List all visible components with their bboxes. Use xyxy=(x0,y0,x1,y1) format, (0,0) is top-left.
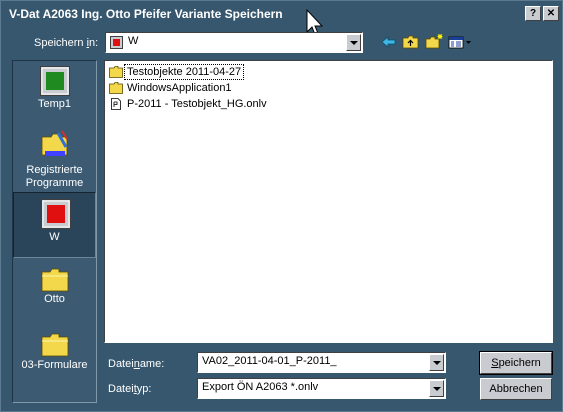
place-label: W xyxy=(49,231,60,243)
filetype-dropdown[interactable]: Export ÖN A2063 *.onlv xyxy=(197,378,446,399)
chevron-down-icon[interactable] xyxy=(429,380,444,397)
back-arrow-icon[interactable] xyxy=(379,33,399,51)
place-otto[interactable]: Otto xyxy=(13,260,96,320)
green-square-icon xyxy=(40,66,70,96)
document-icon xyxy=(111,98,121,110)
up-folder-icon[interactable] xyxy=(401,33,421,51)
place-temp1[interactable]: Temp1 xyxy=(13,61,96,119)
registered-programs-icon xyxy=(41,130,68,156)
folder-icon xyxy=(41,268,69,292)
view-menu-icon[interactable] xyxy=(447,33,473,51)
file-name: Testobjekte 2011-04-27 xyxy=(123,64,245,80)
place-label: Registrierte Programme xyxy=(25,164,84,189)
filetype-label: Dateityp: xyxy=(108,383,152,395)
cancel-button[interactable]: Abbrechen xyxy=(480,378,552,400)
red-square-icon xyxy=(110,36,123,49)
folder-icon xyxy=(109,66,123,78)
close-button[interactable]: ✕ xyxy=(543,6,559,21)
window-title: V-Dat A2063 Ing. Otto Pfeifer Variante S… xyxy=(9,7,283,21)
place-label: 03-Formulare xyxy=(21,359,88,371)
place-label: Temp1 xyxy=(37,98,72,110)
new-folder-icon[interactable] xyxy=(424,33,444,51)
file-name: WindowsApplication1 xyxy=(127,82,232,94)
red-square-icon xyxy=(41,199,71,229)
title-bar[interactable]: V-Dat A2063 Ing. Otto Pfeifer Variante S… xyxy=(3,3,560,25)
chevron-down-icon[interactable] xyxy=(429,354,444,371)
place-03-formulare[interactable]: 03-Formulare xyxy=(13,325,96,385)
place-registrierte-programme[interactable]: Registrierte Programme xyxy=(13,127,96,193)
place-label: Otto xyxy=(44,293,65,305)
save-button[interactable]: Speichern xyxy=(479,351,553,375)
save-in-label: Speichern in: xyxy=(34,37,99,49)
chevron-down-icon[interactable] xyxy=(346,34,361,51)
filename-value: VA02_2011-04-01_P-2011_ xyxy=(202,355,337,367)
filename-label: Dateiname: xyxy=(108,358,165,370)
save-in-dropdown[interactable]: W xyxy=(105,32,363,53)
folder-icon xyxy=(41,333,69,357)
file-list[interactable]: Testobjekte 2011-04-27 WindowsApplicatio… xyxy=(104,60,553,343)
file-name: P-2011 - Testobjekt_HG.onlv xyxy=(127,98,267,110)
save-in-value: W xyxy=(128,35,139,47)
places-bar: Temp1 Registrierte Programme W Otto 03-F… xyxy=(12,60,97,403)
help-button[interactable]: ? xyxy=(525,6,541,21)
filetype-value: Export ÖN A2063 *.onlv xyxy=(202,381,319,393)
folder-icon xyxy=(109,82,123,94)
save-dialog: V-Dat A2063 Ing. Otto Pfeifer Variante S… xyxy=(0,0,563,412)
filename-field[interactable]: VA02_2011-04-01_P-2011_ xyxy=(197,352,446,373)
place-w[interactable]: W xyxy=(13,192,96,258)
